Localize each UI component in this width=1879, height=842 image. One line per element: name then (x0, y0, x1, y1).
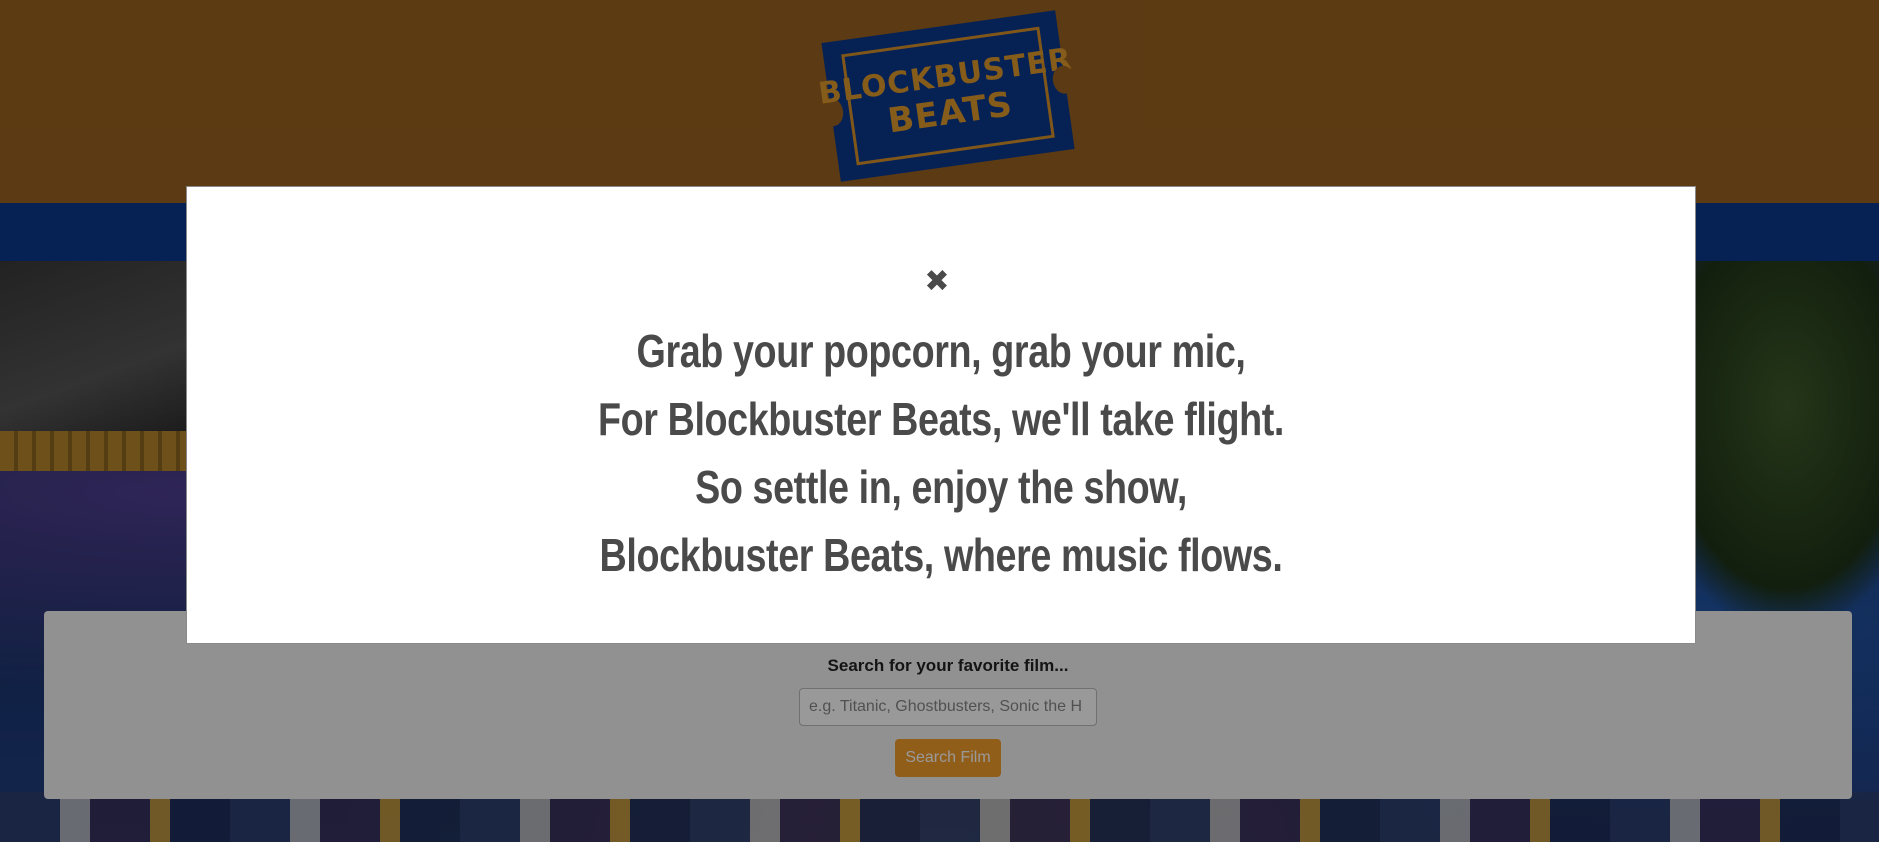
close-icon[interactable]: ✖ (922, 265, 952, 299)
poem-line: For Blockbuster Beats, we'll take flight… (598, 393, 1284, 445)
poem-line: Grab your popcorn, grab your mic, (636, 325, 1246, 377)
page: BLOCKBUSTER BEATS Search for your favori… (0, 0, 1879, 842)
poem-line: Blockbuster Beats, where music flows. (599, 529, 1283, 581)
poem-modal: ✖ Grab your popcorn, grab your mic, For … (186, 186, 1696, 644)
poem: Grab your popcorn, grab your mic, For Bl… (187, 317, 1695, 589)
poem-line: So settle in, enjoy the show, (695, 461, 1187, 513)
